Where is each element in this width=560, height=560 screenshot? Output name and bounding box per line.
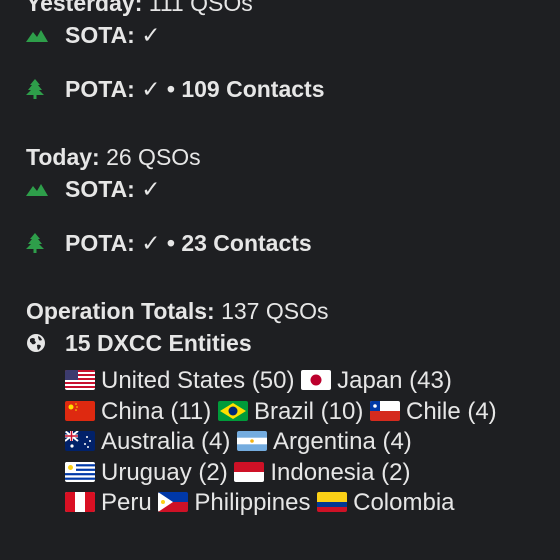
today-qso-count: 26 QSOs (106, 144, 201, 170)
indonesia-flag-icon (234, 461, 265, 482)
philippines-flag-icon (158, 492, 189, 512)
dxcc-count: 15 DXCC Entities (65, 329, 252, 356)
country-line: Australia (4) Argentina (4) (65, 427, 560, 458)
totals-label: Operation Totals: (26, 298, 215, 324)
peru-flag-icon (65, 492, 95, 512)
mountain-icon (26, 28, 65, 42)
country-item: China (11) (101, 397, 212, 425)
argentina-flag-icon (237, 431, 268, 451)
country-item: Chile (4) (405, 397, 497, 425)
tree-icon (26, 233, 65, 253)
today-pota-status: POTA: ✓ • 23 Contacts (65, 229, 312, 256)
colombia-flag-icon (317, 492, 348, 512)
us-flag-icon (65, 370, 95, 390)
country-item: Colombia (353, 489, 455, 516)
tree-icon (26, 79, 65, 99)
country-item: Peru (101, 489, 152, 516)
country-list: United States (50) Japan (43) China (11)… (26, 366, 560, 519)
today-sota-status: SOTA: ✓ (65, 175, 161, 202)
country-item: Australia (4) (101, 428, 231, 455)
japan-flag-icon (301, 370, 332, 390)
country-line: China (11) Brazil (10) Chile (4) (65, 397, 560, 428)
totals-qso-count: 137 QSOs (221, 298, 329, 324)
uruguay-flag-icon (65, 461, 95, 482)
china-flag-icon (65, 400, 95, 421)
country-item: Brazil (10) (253, 397, 364, 425)
country-item: United States (50) (101, 367, 295, 394)
country-item: Philippines (194, 489, 311, 516)
country-line: Peru Philippines Colombia (65, 488, 560, 519)
yesterday-qso-count: 111 QSOs (148, 0, 253, 16)
brazil-flag-icon (217, 400, 248, 421)
country-item: Japan (43) (337, 367, 452, 394)
today-label: Today: (26, 144, 100, 170)
today-pota-row: POTA: ✓ • 23 Contacts (26, 226, 560, 260)
yesterday-sota-row: SOTA: ✓ (26, 18, 560, 52)
australia-flag-icon (65, 431, 95, 451)
mountain-icon (26, 182, 65, 196)
country-item: Argentina (4) (273, 428, 412, 455)
totals-heading: Operation Totals: 137 QSOs (26, 296, 560, 326)
country-item: Uruguay (2) (101, 458, 228, 486)
yesterday-heading: Yesterday: 111 QSOs (26, 0, 560, 18)
today-sota-row: SOTA: ✓ (26, 172, 560, 206)
country-line: United States (50) Japan (43) (65, 366, 560, 397)
country-item: Indonesia (2) (270, 458, 411, 486)
country-line: Uruguay (2) Indonesia (2) (65, 458, 560, 489)
today-heading: Today: 26 QSOs (26, 142, 560, 172)
globe-icon (26, 333, 65, 353)
yesterday-label: Yesterday: (26, 0, 143, 16)
yesterday-sota-status: SOTA: ✓ (65, 21, 161, 48)
chile-flag-icon (369, 400, 400, 421)
activity-summary: Yesterday: 111 QSOs SOTA: ✓ POTA: ✓ • 10… (26, 0, 560, 519)
yesterday-pota-row: POTA: ✓ • 109 Contacts (26, 72, 560, 106)
yesterday-pota-status: POTA: ✓ • 109 Contacts (65, 75, 325, 102)
dxcc-row: 15 DXCC Entities (26, 326, 560, 360)
